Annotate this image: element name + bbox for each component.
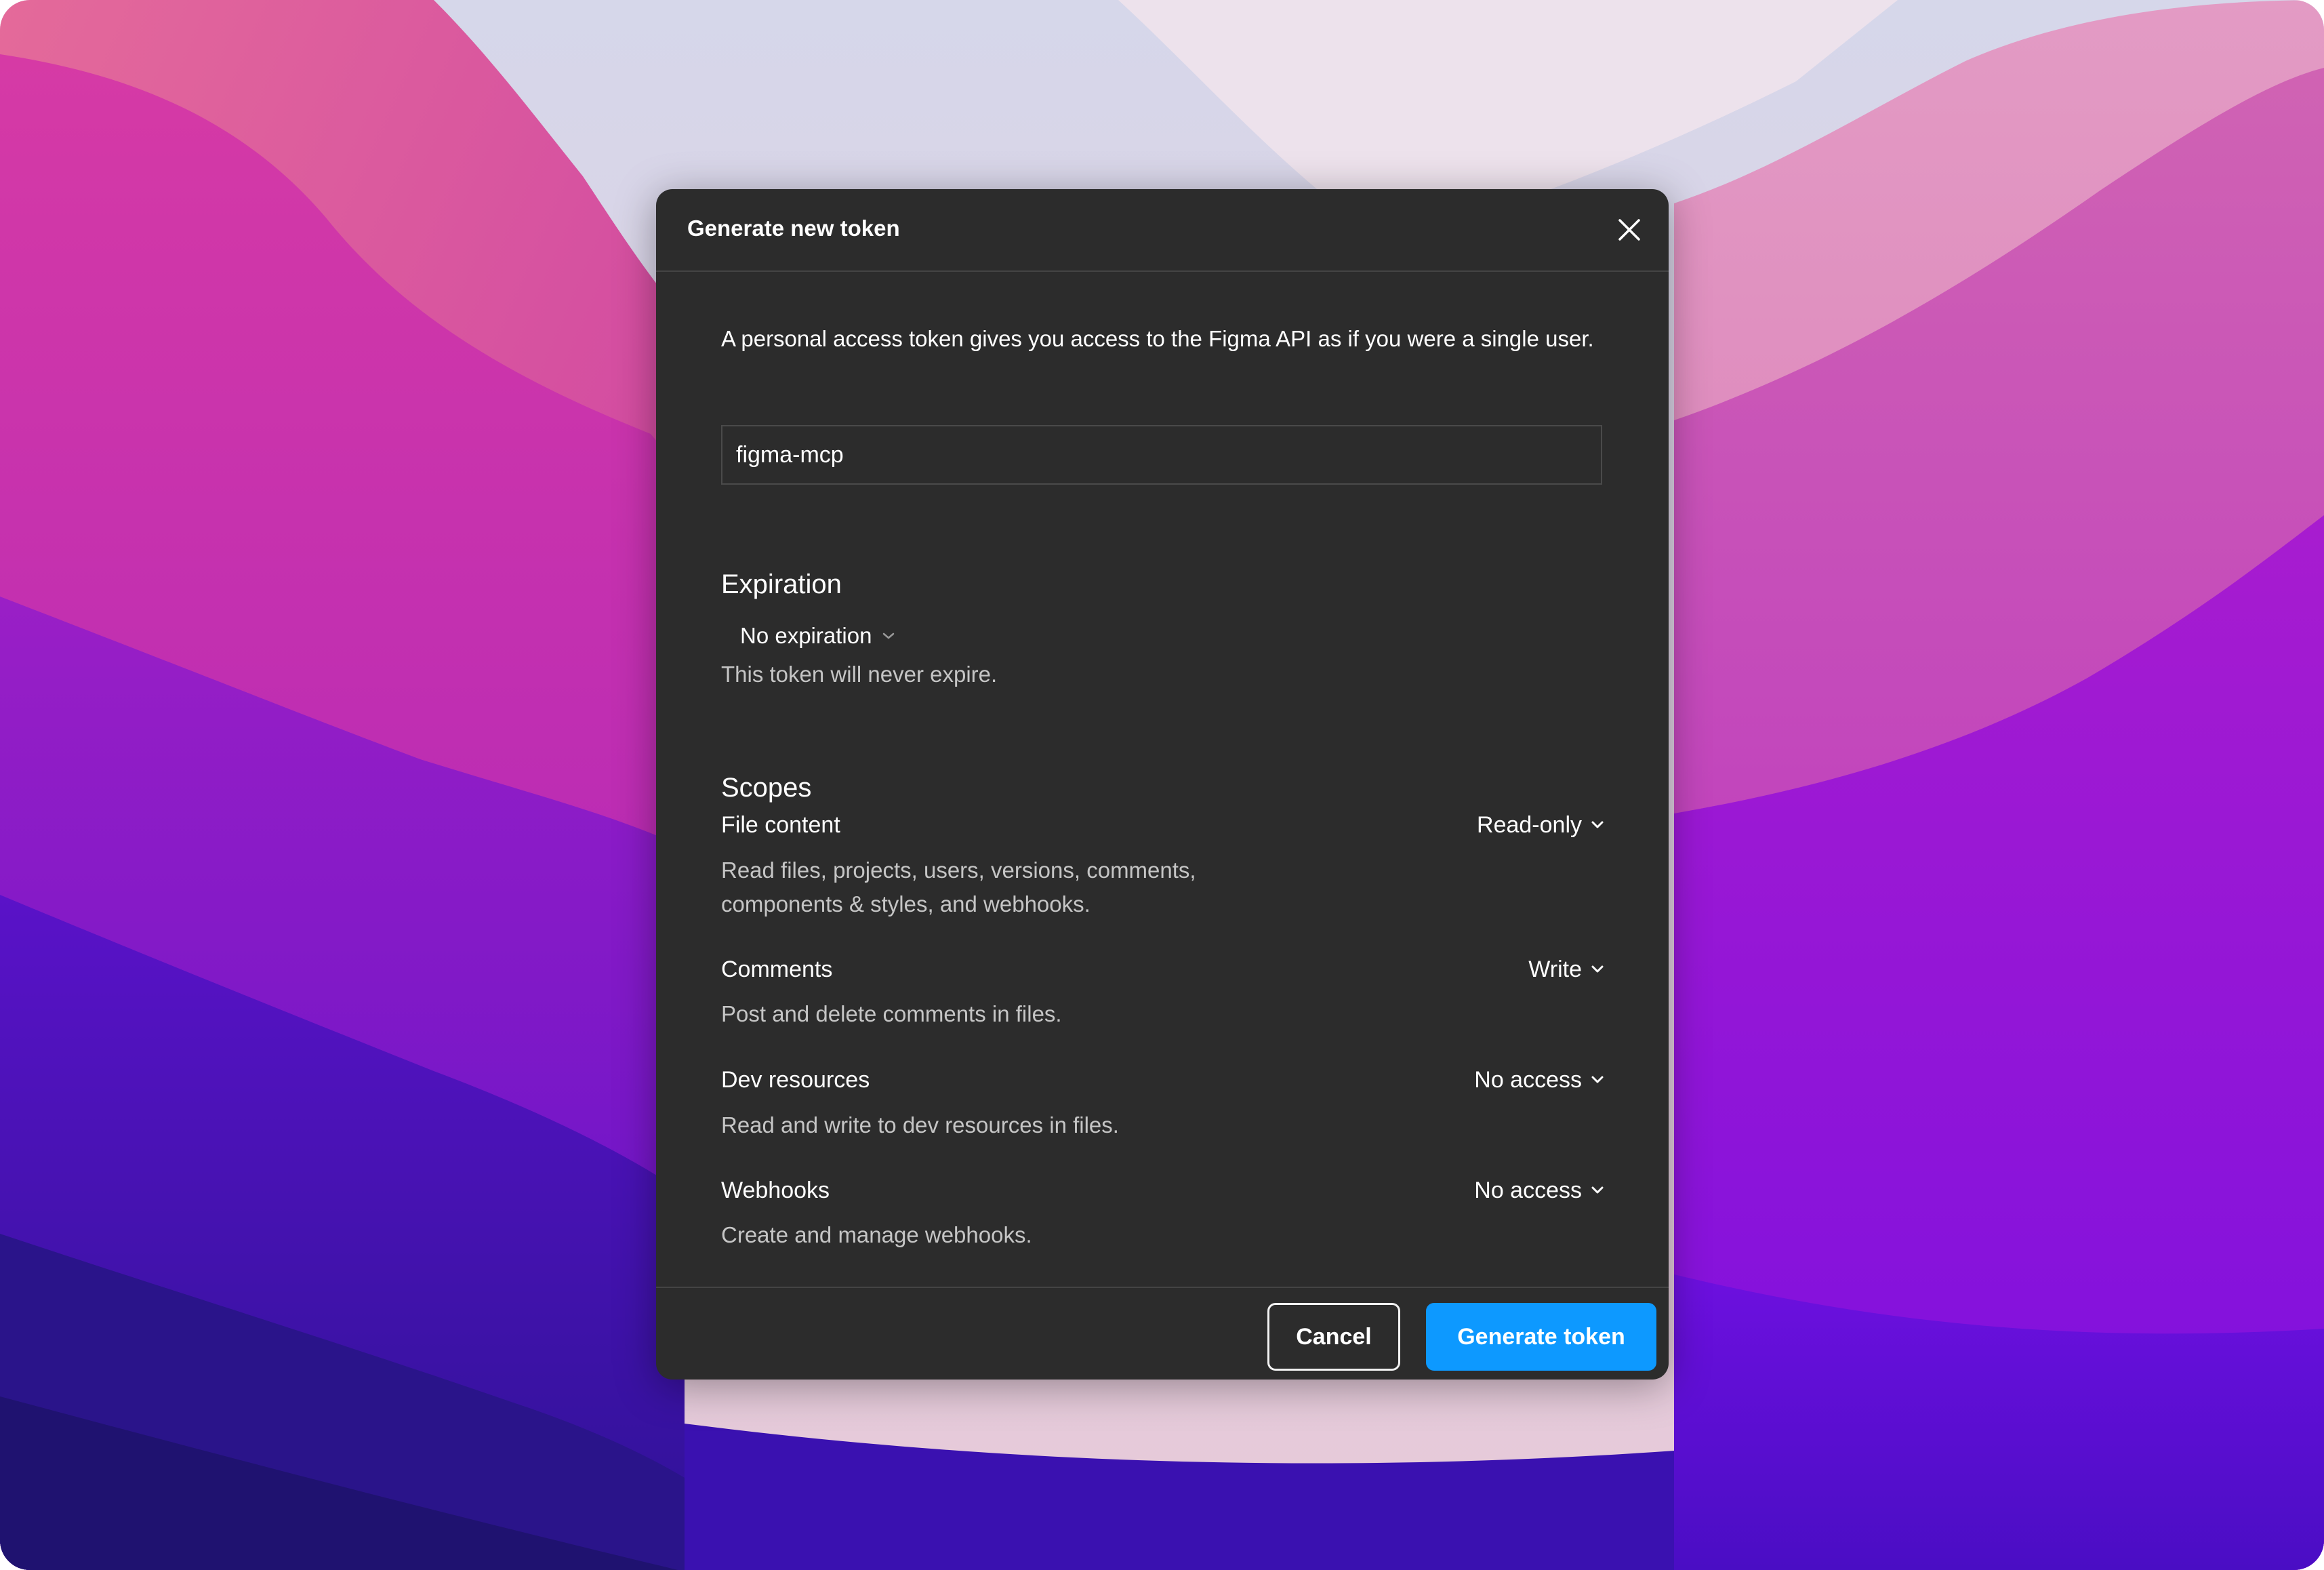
scope-webhooks-dropdown[interactable]: No access (1474, 1175, 1605, 1205)
chevron-down-icon (1591, 965, 1604, 973)
scope-access-value: No access (1474, 1067, 1582, 1093)
scope-access-value: Read-only (1477, 812, 1582, 838)
chevron-down-icon (1591, 1186, 1604, 1194)
expiration-dropdown[interactable]: No expiration (740, 621, 896, 651)
dialog-header: Generate new token (656, 189, 1669, 272)
chevron-down-icon (1591, 1076, 1604, 1083)
scope-file-content-label: File content (721, 812, 840, 838)
scope-dev-resources-label: Dev resources (721, 1067, 870, 1093)
scope-webhooks-description: Create and manage webhooks. (721, 1222, 1032, 1247)
scope-comments-description: Post and delete comments in files. (721, 1001, 1062, 1026)
expiration-selected-value: No expiration (740, 623, 872, 648)
close-icon[interactable] (1610, 211, 1648, 249)
scopes-heading: Scopes (721, 773, 812, 803)
scope-access-value: Write (1528, 957, 1582, 982)
dialog-title: Generate new token (687, 216, 900, 241)
expiration-heading: Expiration (721, 569, 842, 599)
token-name-input[interactable] (721, 425, 1602, 485)
scope-file-content-dropdown[interactable]: Read-only (1477, 810, 1605, 840)
desktop-screen: Generate new token A personal access tok… (0, 0, 2324, 1570)
scope-access-value: No access (1474, 1178, 1582, 1203)
expiration-note: This token will never expire. (721, 662, 998, 687)
chevron-down-icon (1591, 821, 1604, 828)
scope-dev-resources-dropdown[interactable]: No access (1474, 1065, 1605, 1095)
scope-comments-dropdown[interactable]: Write (1528, 954, 1605, 984)
token-description: A personal access token gives you access… (721, 326, 1594, 351)
scope-dev-resources-description: Read and write to dev resources in files… (721, 1112, 1119, 1138)
scope-comments-label: Comments (721, 957, 833, 982)
generate-token-button[interactable]: Generate token (1426, 1303, 1656, 1371)
scope-webhooks-label: Webhooks (721, 1178, 830, 1203)
cancel-button[interactable]: Cancel (1267, 1303, 1400, 1371)
chevron-down-icon (883, 632, 895, 639)
scope-file-content-description: Read files, projects, users, versions, c… (721, 858, 1196, 917)
generate-token-dialog: Generate new token A personal access tok… (656, 189, 1669, 1380)
